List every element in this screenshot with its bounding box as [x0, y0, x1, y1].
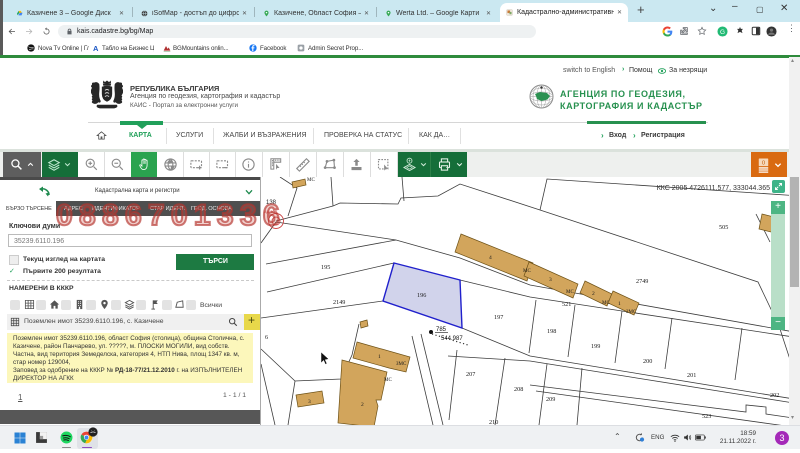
svg-text:200: 200: [643, 358, 652, 365]
svg-text:G: G: [720, 29, 725, 36]
svg-text:МС: МС: [523, 269, 531, 274]
svg-text:544.987: 544.987: [441, 336, 463, 342]
svg-text:201: 201: [687, 372, 696, 379]
svg-text:2МС: 2МС: [626, 310, 637, 315]
svg-text:208: 208: [514, 386, 523, 393]
svg-text:МС: МС: [602, 301, 610, 306]
svg-text:ЗМС: ЗМС: [396, 362, 407, 367]
svg-text:МС: МС: [566, 290, 574, 295]
svg-text:6: 6: [265, 334, 268, 341]
svg-text:523: 523: [702, 413, 711, 420]
svg-text:197: 197: [494, 314, 503, 321]
svg-text:521: 521: [562, 301, 571, 308]
svg-text:505: 505: [719, 224, 728, 231]
svg-text:207: 207: [466, 371, 475, 378]
svg-text:196: 196: [417, 292, 426, 299]
svg-text:1: 1: [618, 301, 621, 307]
svg-text:2149: 2149: [333, 299, 345, 306]
svg-text:198: 198: [547, 328, 556, 335]
svg-text:199: 199: [591, 343, 600, 350]
svg-text:195: 195: [321, 264, 330, 271]
svg-text:1: 1: [378, 354, 381, 360]
svg-text:МС: МС: [307, 178, 315, 183]
svg-text:4: 4: [489, 255, 492, 261]
svg-text:202: 202: [770, 392, 779, 399]
svg-text:2: 2: [361, 402, 364, 408]
svg-text:785: 785: [436, 327, 447, 333]
svg-text:ККС 2005 4726111.577, 333044.3: ККС 2005 4726111.577, 333044.365: [657, 185, 770, 192]
svg-text:3: 3: [308, 399, 311, 405]
svg-text:2: 2: [592, 291, 595, 297]
svg-text:МС: МС: [384, 378, 392, 383]
svg-text:2749: 2749: [636, 278, 648, 285]
svg-text:209: 209: [546, 396, 555, 403]
svg-text:3: 3: [549, 277, 552, 283]
